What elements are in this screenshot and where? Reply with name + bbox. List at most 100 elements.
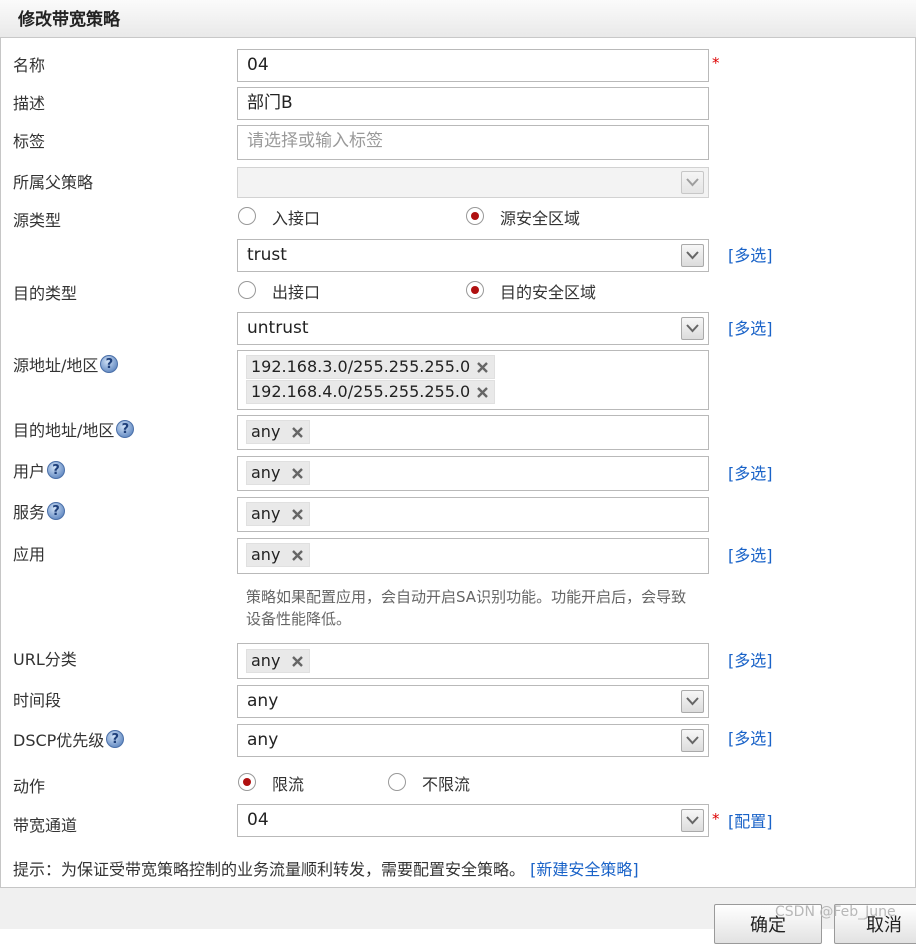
- dest-type-interface-label[interactable]: 出接口: [272, 279, 320, 303]
- time-range-select[interactable]: any: [237, 685, 709, 718]
- service-box[interactable]: any: [237, 497, 709, 532]
- dscp-label: DSCP优先级 ?: [13, 727, 125, 751]
- bandwidth-channel-select[interactable]: 04: [237, 804, 709, 837]
- dest-type-zone-label[interactable]: 目的安全区域: [500, 279, 596, 303]
- dest-address-label: 目的地址/地区 ?: [13, 417, 135, 441]
- application-label: 应用: [13, 545, 46, 564]
- dscp-value: any: [247, 730, 279, 750]
- time-range-value: any: [247, 691, 279, 711]
- application-tag-text: any: [251, 545, 281, 564]
- bandwidth-channel-label: 带宽通道: [13, 816, 78, 835]
- tags-label: 标签: [13, 132, 46, 151]
- dest-type-interface-radio[interactable]: [238, 281, 256, 299]
- dialog-titlebar: 修改带宽策略: [0, 0, 916, 38]
- address-tag: 192.168.3.0/255.255.255.0: [246, 355, 495, 379]
- dest-type-label: 目的类型: [13, 284, 78, 303]
- tip-line: 提示：为保证受带宽策略控制的业务流量顺利转发，需要配置安全策略。 [新建安全策略…: [13, 856, 639, 880]
- parent-policy-label: 所属父策略: [13, 173, 94, 192]
- user-tag-text: any: [251, 463, 281, 482]
- help-icon[interactable]: ?: [47, 502, 66, 520]
- source-address-box[interactable]: 192.168.3.0/255.255.255.0 192.168.4.0/25…: [237, 350, 709, 410]
- action-nolimit-radio[interactable]: [388, 773, 406, 791]
- source-type-label: 源类型: [13, 211, 62, 230]
- application-multi-link[interactable]: [多选]: [728, 542, 773, 566]
- chevron-down-icon[interactable]: [681, 244, 704, 267]
- help-icon[interactable]: ?: [106, 730, 125, 748]
- service-tag: any: [246, 502, 310, 526]
- source-address-label-text: 源地址/地区: [13, 356, 99, 375]
- dscp-multi-link[interactable]: [多选]: [728, 725, 773, 749]
- url-category-tag-text: any: [251, 651, 281, 670]
- tags-placeholder: 请选择或输入标签: [247, 131, 383, 151]
- application-note: 策略如果配置应用，会自动开启SA识别功能。功能开启后，会导致设备性能降低。: [246, 588, 687, 628]
- x-icon[interactable]: [477, 387, 488, 398]
- dscp-select[interactable]: any: [237, 724, 709, 757]
- parent-policy-select[interactable]: [237, 167, 709, 198]
- x-icon[interactable]: [292, 550, 303, 561]
- dest-address-label-text: 目的地址/地区: [13, 421, 115, 440]
- source-zone-select[interactable]: trust: [237, 239, 709, 272]
- tags-input[interactable]: 请选择或输入标签: [237, 125, 709, 160]
- source-type-zone-radio[interactable]: [466, 207, 484, 225]
- dest-zone-select[interactable]: untrust: [237, 312, 709, 345]
- source-type-interface-radio[interactable]: [238, 207, 256, 225]
- description-input[interactable]: 部门B: [237, 87, 709, 120]
- time-range-label: 时间段: [13, 691, 62, 710]
- x-icon[interactable]: [292, 427, 303, 438]
- help-icon[interactable]: ?: [47, 461, 66, 479]
- bandwidth-channel-value: 04: [247, 810, 269, 830]
- application-tag: any: [246, 543, 310, 567]
- required-marker: *: [712, 810, 720, 828]
- application-box[interactable]: any: [237, 538, 709, 574]
- source-type-interface-label[interactable]: 入接口: [272, 205, 320, 229]
- action-label: 动作: [13, 777, 46, 796]
- user-multi-link[interactable]: [多选]: [728, 460, 773, 484]
- address-tag-text: 192.168.3.0/255.255.255.0: [251, 357, 471, 376]
- user-tag: any: [246, 461, 310, 485]
- source-zone-multi-link[interactable]: [多选]: [728, 242, 773, 266]
- bandwidth-config-link[interactable]: [配置]: [728, 808, 773, 832]
- action-limit-label[interactable]: 限流: [272, 771, 304, 795]
- source-type-zone-label[interactable]: 源安全区域: [500, 205, 580, 229]
- user-label-text: 用户: [13, 462, 46, 481]
- chevron-down-icon[interactable]: [681, 171, 704, 194]
- description-label: 描述: [13, 94, 46, 113]
- new-security-policy-link[interactable]: [新建安全策略]: [530, 860, 639, 879]
- dest-zone-multi-link[interactable]: [多选]: [728, 315, 773, 339]
- address-tag-text: 192.168.4.0/255.255.255.0: [251, 382, 471, 401]
- chevron-down-icon[interactable]: [681, 690, 704, 713]
- url-category-tag: any: [246, 649, 310, 673]
- dest-address-box[interactable]: any: [237, 415, 709, 450]
- url-category-box[interactable]: any: [237, 643, 709, 679]
- required-marker: *: [712, 54, 720, 72]
- address-tag: 192.168.4.0/255.255.255.0: [246, 380, 495, 404]
- chevron-down-icon[interactable]: [681, 729, 704, 752]
- service-tag-text: any: [251, 504, 281, 523]
- service-label-text: 服务: [13, 503, 46, 522]
- help-icon[interactable]: ?: [116, 420, 135, 438]
- name-input[interactable]: 04: [237, 49, 709, 82]
- x-icon[interactable]: [477, 362, 488, 373]
- tip-text: 提示：为保证受带宽策略控制的业务流量顺利转发，需要配置安全策略。: [13, 860, 526, 879]
- url-category-label: URL分类: [13, 650, 77, 669]
- watermark: CSDN @Feb_June: [775, 904, 896, 920]
- dscp-label-text: DSCP优先级: [13, 731, 105, 750]
- chevron-down-icon[interactable]: [681, 809, 704, 832]
- chevron-down-icon[interactable]: [681, 317, 704, 340]
- dest-type-zone-radio[interactable]: [466, 281, 484, 299]
- source-address-label: 源地址/地区 ?: [13, 352, 119, 376]
- action-limit-radio[interactable]: [238, 773, 256, 791]
- x-icon[interactable]: [292, 656, 303, 667]
- user-label: 用户 ?: [13, 458, 66, 482]
- action-nolimit-label[interactable]: 不限流: [422, 771, 470, 795]
- service-label: 服务 ?: [13, 499, 66, 523]
- x-icon[interactable]: [292, 509, 303, 520]
- help-icon[interactable]: ?: [100, 355, 119, 373]
- url-category-multi-link[interactable]: [多选]: [728, 647, 773, 671]
- user-box[interactable]: any: [237, 456, 709, 491]
- address-tag: any: [246, 420, 310, 444]
- address-tag-text: any: [251, 422, 281, 441]
- dest-zone-value: untrust: [247, 318, 309, 338]
- x-icon[interactable]: [292, 468, 303, 479]
- dialog-title: 修改带宽策略: [18, 10, 120, 30]
